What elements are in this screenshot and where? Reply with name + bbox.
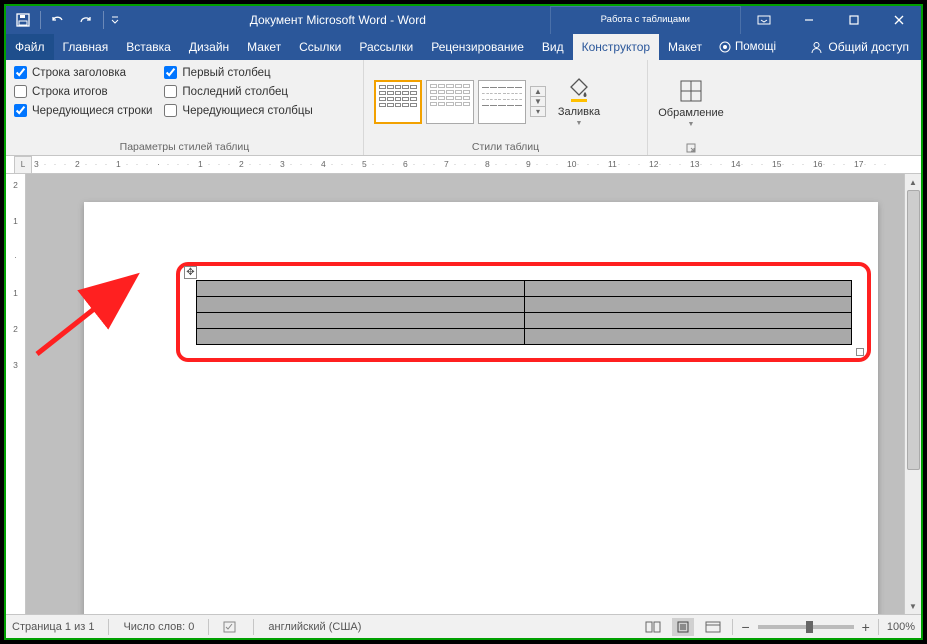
ribbon-display-options[interactable] [741, 6, 786, 34]
view-read-mode[interactable] [642, 618, 664, 636]
title-bar: Документ Microsoft Word - Word Работа с … [6, 6, 921, 34]
chk-banded-rows[interactable]: Чередующиеся строки [14, 104, 152, 117]
vertical-scrollbar[interactable]: ▲ ▼ [904, 174, 921, 614]
undo-button[interactable] [45, 6, 71, 34]
ruler-vertical[interactable]: 21·123 [6, 174, 26, 614]
ribbon-tabs: Файл Главная Вставка Дизайн Макет Ссылки… [6, 34, 921, 60]
ruler-horizontal[interactable]: L 3···2···1·······1···2···3···4···5···6·… [6, 156, 921, 174]
page[interactable]: ✥ [84, 202, 878, 614]
tell-me[interactable]: Помощі [711, 34, 784, 60]
table-resize-handle[interactable] [856, 348, 864, 356]
chk-last-col[interactable]: Последний столбец [164, 85, 312, 98]
save-button[interactable] [10, 6, 36, 34]
zoom-in[interactable]: + [862, 619, 870, 635]
tab-review[interactable]: Рецензирование [422, 34, 533, 60]
document-area: 21·123 ✥ ▲ ▼ [6, 174, 921, 614]
gallery-down[interactable]: ▼ [531, 97, 545, 107]
tab-design[interactable]: Дизайн [180, 34, 238, 60]
tab-insert[interactable]: Вставка [117, 34, 180, 60]
document-scroll[interactable]: ✥ [26, 174, 904, 614]
table-row [197, 281, 852, 297]
tab-table-layout[interactable]: Макет [659, 34, 711, 60]
table-row [197, 329, 852, 345]
tab-mailings[interactable]: Рассылки [350, 34, 422, 60]
tab-view[interactable]: Вид [533, 34, 573, 60]
chk-first-col[interactable]: Первый столбец [164, 66, 312, 79]
status-bar: Страница 1 из 1 Число слов: 0 английский… [6, 614, 921, 638]
group-borders: Обрамление▼ [648, 60, 734, 155]
tab-table-design[interactable]: Конструктор [573, 34, 659, 60]
table-row [197, 297, 852, 313]
table-move-handle[interactable]: ✥ [184, 266, 197, 279]
tab-home[interactable]: Главная [54, 34, 118, 60]
gallery-more[interactable]: ▾ [531, 107, 545, 116]
chk-header-row[interactable]: Строка заголовка [14, 66, 152, 79]
view-print-layout[interactable] [672, 618, 694, 636]
tab-file[interactable]: Файл [6, 34, 54, 60]
ribbon: Строка заголовка Строка итогов Чередующи… [6, 60, 921, 156]
table-style-2[interactable] [426, 80, 474, 124]
table-row [197, 313, 852, 329]
borders-button[interactable]: Обрамление▼ [654, 73, 728, 132]
tab-layout[interactable]: Макет [238, 34, 290, 60]
group-label-style-options: Параметры стилей таблиц [12, 139, 357, 153]
shading-button[interactable]: Заливка▼ [552, 72, 606, 131]
status-spellcheck-icon[interactable] [223, 620, 239, 634]
tab-selector[interactable]: L [14, 156, 32, 174]
view-web-layout[interactable] [702, 618, 724, 636]
window-title: Документ Microsoft Word - Word [126, 6, 550, 34]
minimize-button[interactable] [786, 6, 831, 34]
zoom-out[interactable]: − [741, 619, 749, 635]
app-window: Документ Microsoft Word - Word Работа с … [4, 4, 923, 640]
table-style-1[interactable] [374, 80, 422, 124]
quick-access-toolbar [6, 6, 126, 34]
scroll-thumb[interactable] [907, 190, 920, 470]
table-style-3[interactable] [478, 80, 526, 124]
style-gallery-nav[interactable]: ▲▼▾ [530, 86, 546, 117]
group-table-styles: ▲▼▾ Заливка▼ Стили таблиц [364, 60, 648, 155]
table-style-gallery[interactable]: ▲▼▾ [374, 80, 546, 124]
status-words[interactable]: Число слов: 0 [123, 621, 194, 633]
zoom-level[interactable]: 100% [887, 621, 915, 633]
scroll-down[interactable]: ▼ [905, 598, 921, 614]
status-page[interactable]: Страница 1 из 1 [12, 621, 94, 633]
redo-button[interactable] [73, 6, 99, 34]
gallery-up[interactable]: ▲ [531, 87, 545, 97]
document-table[interactable] [196, 280, 852, 345]
group-table-style-options: Строка заголовка Строка итогов Чередующи… [6, 60, 364, 155]
maximize-button[interactable] [831, 6, 876, 34]
close-button[interactable] [876, 6, 921, 34]
scroll-up[interactable]: ▲ [905, 174, 921, 190]
annotation-arrow [32, 274, 152, 364]
zoom-slider[interactable] [758, 625, 854, 629]
status-language[interactable]: английский (США) [268, 621, 361, 633]
window-controls [741, 6, 921, 34]
dialog-launcher-icon[interactable] [686, 143, 696, 153]
tab-references[interactable]: Ссылки [290, 34, 350, 60]
chk-banded-cols[interactable]: Чередующиеся столбцы [164, 104, 312, 117]
chk-total-row[interactable]: Строка итогов [14, 85, 152, 98]
group-label-table-styles: Стили таблиц [370, 139, 641, 153]
contextual-tab-label: Работа с таблицами [550, 6, 741, 34]
share-button[interactable]: Общий доступ [798, 34, 921, 60]
qat-customize[interactable] [108, 6, 122, 34]
